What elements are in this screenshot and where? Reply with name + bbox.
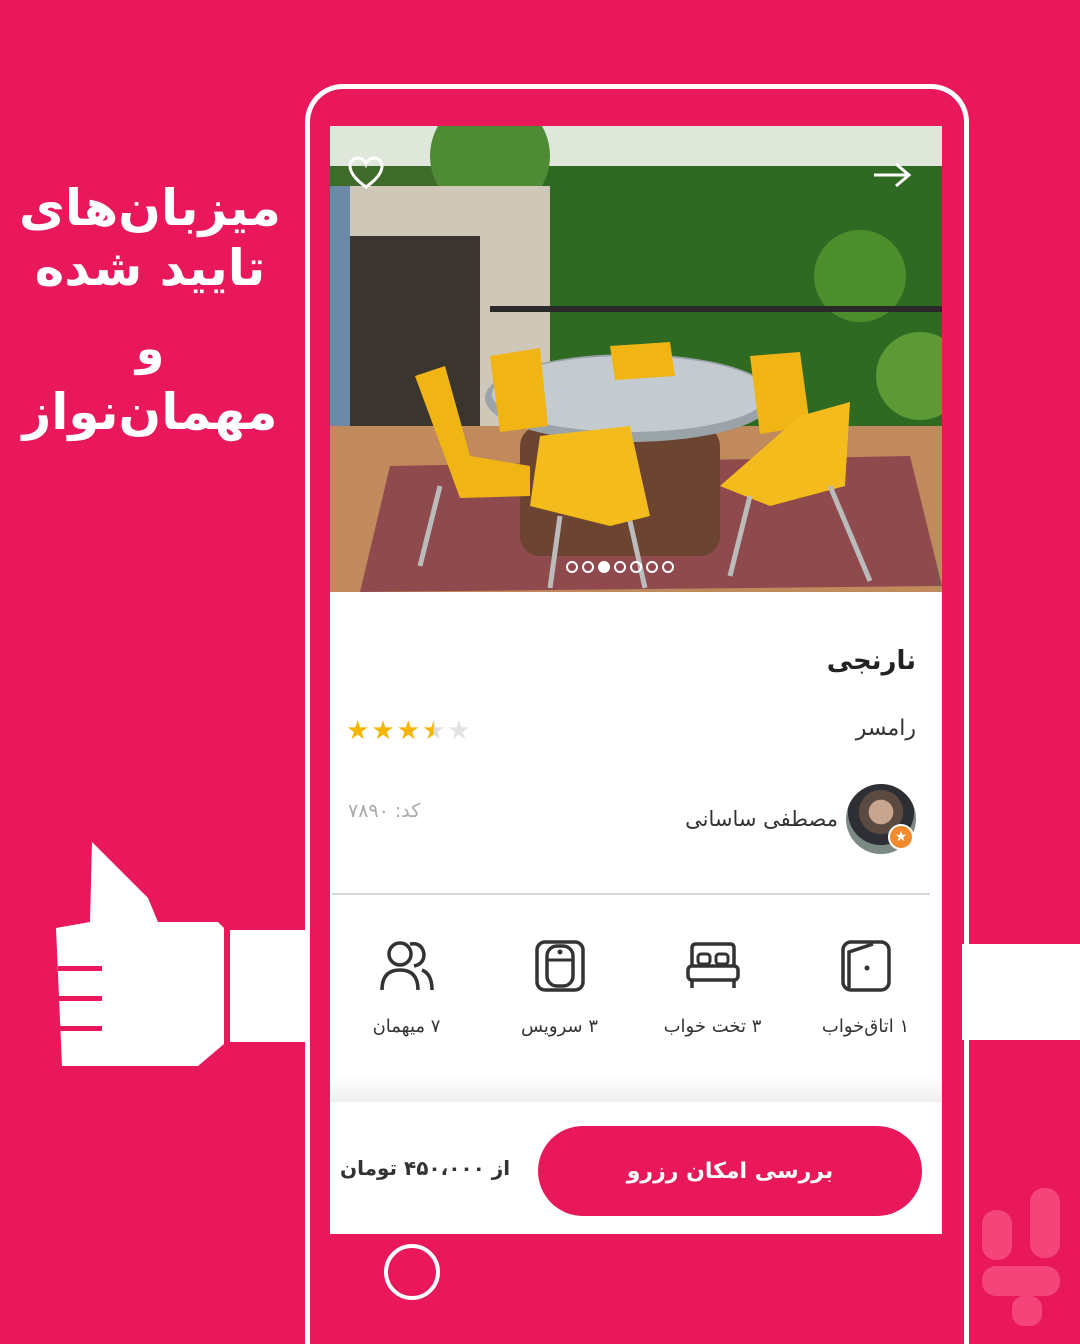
feature-bathrooms: ۳ سرویس: [483, 938, 636, 1058]
promo-line-4: مهمان‌نواز: [22, 383, 278, 441]
toilet-icon: [534, 940, 585, 992]
decor-bar: [962, 944, 1080, 1040]
star-icon: ★: [396, 716, 420, 746]
photo-pagination[interactable]: [566, 561, 674, 573]
page-dot[interactable]: [646, 561, 658, 573]
listing-city: رامسر: [855, 716, 916, 741]
room-icon: [840, 940, 891, 992]
page-dot[interactable]: [614, 561, 626, 573]
feature-bedrooms: ۱ اتاق‌خواب: [789, 938, 942, 1058]
promo-line-1: میزبان‌های: [19, 179, 281, 237]
divider: [332, 893, 930, 895]
promo-line-3: و: [135, 321, 165, 375]
thumbs-up-icon: [56, 842, 310, 1066]
guests-icon: [379, 941, 434, 991]
promo-headline: میزبان‌های تایید شده و مهمان‌نواز: [0, 178, 300, 442]
page-dot[interactable]: [582, 561, 594, 573]
feature-label: ۳ تخت خواب: [663, 1016, 762, 1037]
feature-label: ۱ اتاق‌خواب: [821, 1016, 910, 1037]
listing-photo[interactable]: [330, 126, 942, 592]
store-logo-icon: [982, 1188, 1060, 1326]
bed-icon: [685, 942, 740, 988]
feature-label: ۷ میهمان: [372, 1016, 441, 1037]
page-dot[interactable]: [630, 561, 642, 573]
arrow-right-icon[interactable]: [872, 162, 912, 188]
feature-guests: ۷ میهمان: [330, 938, 483, 1058]
host-avatar[interactable]: ★: [846, 784, 916, 854]
page-dot[interactable]: [662, 561, 674, 573]
star-icon: ★: [371, 716, 395, 746]
app-screen: نارنجی رامسر ★ ★ ★ ★ ★ ★ مصطفی ساسانی کد…: [330, 126, 942, 1234]
empty-star-icon: ★: [447, 716, 471, 746]
page-dot[interactable]: [566, 561, 578, 573]
promo-line-2: تایید شده: [34, 239, 266, 297]
listing-title: نارنجی: [826, 646, 916, 676]
host-name: مصطفی ساسانی: [685, 807, 838, 831]
badge-icon: ★: [888, 824, 914, 850]
price-label: از ۴۵۰،۰۰۰ تومان: [340, 1156, 511, 1180]
section-separator: [330, 1076, 942, 1102]
star-icon: ★: [346, 716, 370, 746]
features-row: ۱ اتاق‌خواب ۳ تخت خواب ۳ سرویس: [330, 938, 942, 1058]
heart-icon[interactable]: [348, 156, 384, 190]
feature-beds: ۳ تخت خواب: [636, 938, 789, 1058]
check-availability-button[interactable]: بررسی امکان رزرو: [538, 1126, 922, 1216]
feature-label: ۳ سرویس: [520, 1016, 599, 1037]
half-star-icon: ★: [421, 716, 446, 746]
listing-code: کد: ۷۸۹۰: [348, 800, 421, 822]
rating-stars: ★ ★ ★ ★ ★: [346, 716, 471, 746]
home-button[interactable]: [384, 1244, 440, 1300]
patio-image: [330, 126, 942, 592]
page-dot-active[interactable]: [598, 561, 610, 573]
host-info[interactable]: ★ مصطفی ساسانی: [685, 784, 916, 854]
